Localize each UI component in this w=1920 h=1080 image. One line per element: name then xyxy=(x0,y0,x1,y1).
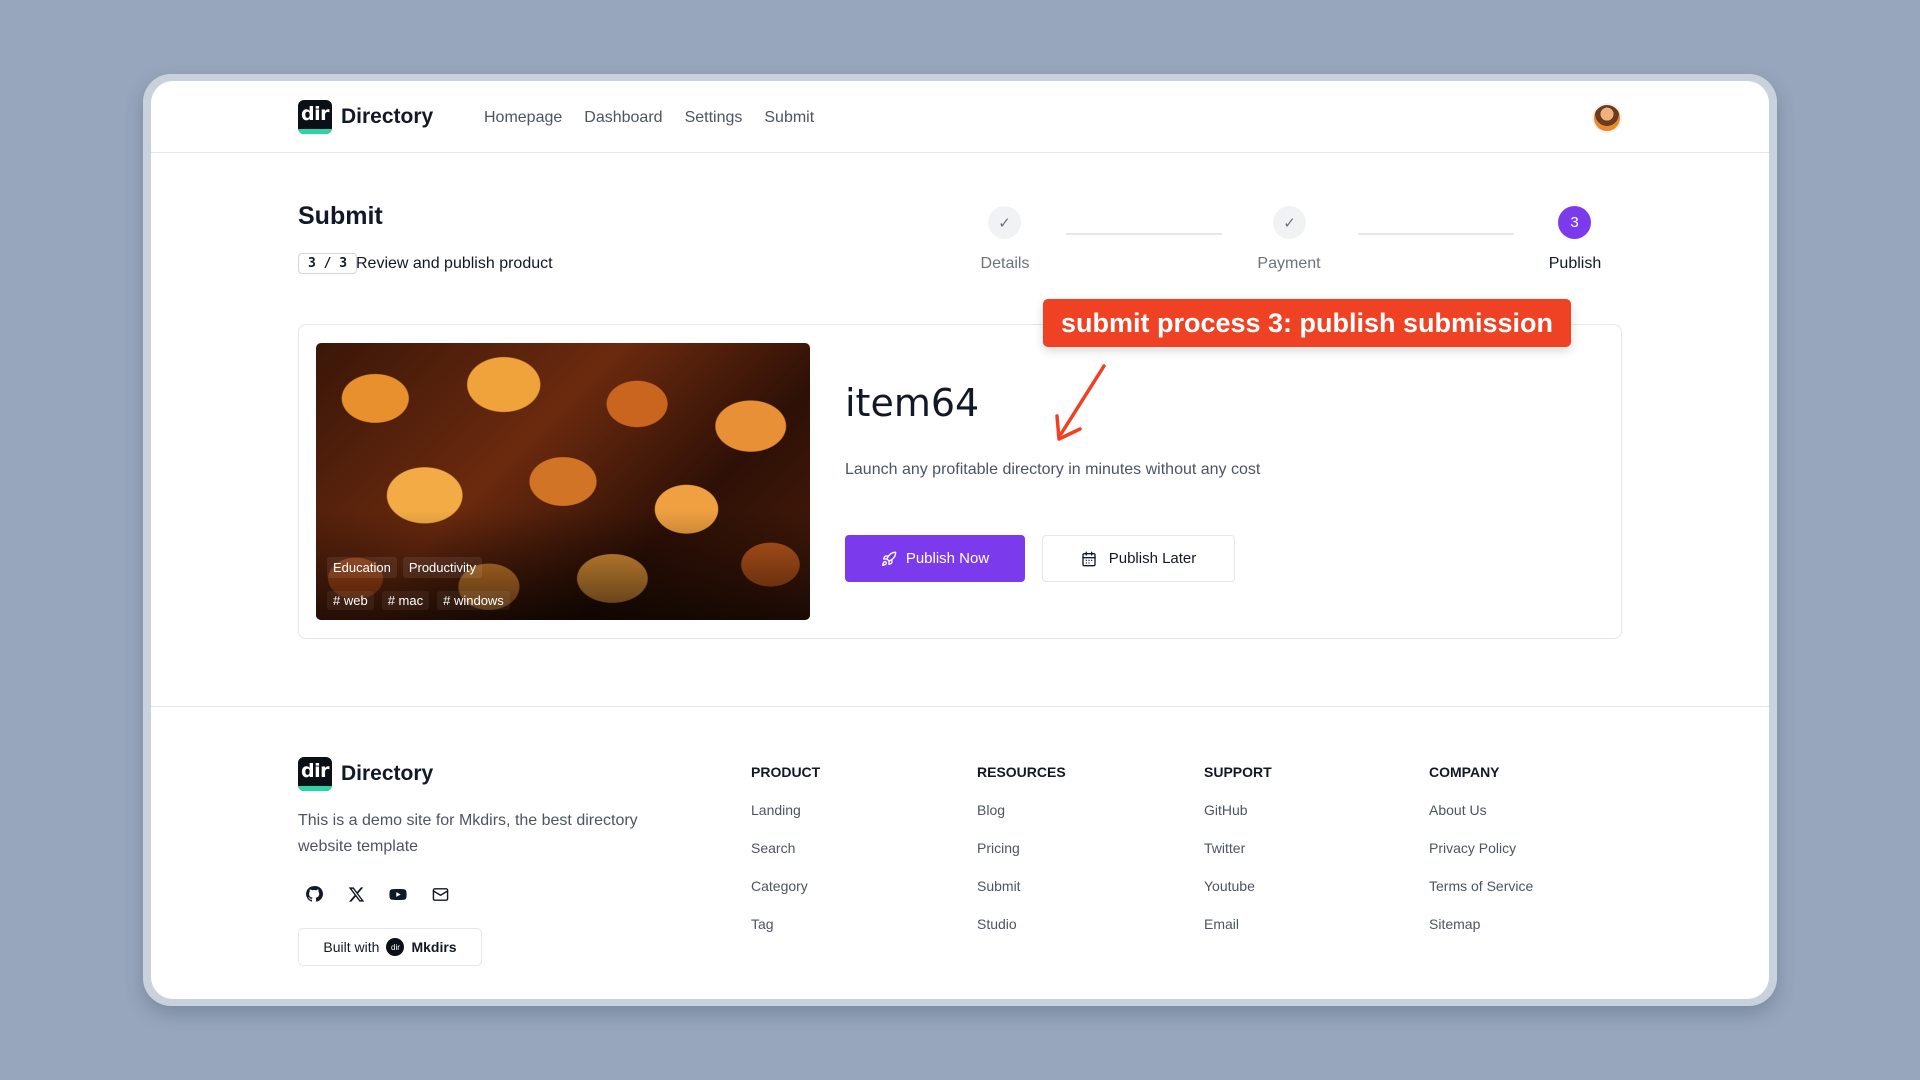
footer-link-about-us[interactable]: About Us xyxy=(1429,802,1533,818)
logo-mark-bar xyxy=(298,129,332,134)
built-with-badge[interactable]: Built with dir Mkdirs xyxy=(298,928,482,966)
social-links xyxy=(305,885,449,903)
footer-heading-product: PRODUCT xyxy=(751,764,821,780)
footer-link-submit[interactable]: Submit xyxy=(977,878,1066,894)
stepper-connector-2 xyxy=(1358,233,1514,235)
footer-link-privacy-policy[interactable]: Privacy Policy xyxy=(1429,840,1533,856)
user-avatar[interactable] xyxy=(1592,103,1622,133)
site-header: dir Directory Homepage Dashboard Setting… xyxy=(151,81,1769,153)
item-tags: # web # mac # windows xyxy=(327,591,510,610)
x-icon[interactable] xyxy=(347,885,365,903)
step-payment-label: Payment xyxy=(1257,255,1321,272)
footer-logo-mark-text: dir xyxy=(301,760,329,782)
footer-brand-name: Directory xyxy=(341,762,434,785)
footer-logo-mark: dir xyxy=(298,757,332,791)
page-title: Submit xyxy=(298,202,383,230)
footer-divider xyxy=(151,706,1769,707)
footer-heading-company: COMPANY xyxy=(1429,764,1500,780)
footer-link-sitemap[interactable]: Sitemap xyxy=(1429,916,1533,932)
nav-submit[interactable]: Submit xyxy=(764,109,814,127)
built-with-prefix: Built with xyxy=(323,939,380,955)
browser-window: dir Directory Homepage Dashboard Setting… xyxy=(151,81,1769,999)
footer-column-company: COMPANY About Us Privacy Policy Terms of… xyxy=(1429,764,1533,954)
step-badge: 3 / 3 xyxy=(298,253,358,274)
category-tags: Education Productivity xyxy=(327,557,483,578)
footer-column-support: SUPPORT GitHub Twitter Youtube Email xyxy=(1204,764,1272,954)
footer-logo-mark-bar xyxy=(298,786,332,791)
header-logo[interactable]: dir Directory xyxy=(298,100,433,134)
annotation-arrow-icon xyxy=(1055,364,1106,441)
github-icon[interactable] xyxy=(305,885,323,903)
footer-link-github[interactable]: GitHub xyxy=(1204,802,1272,818)
nav-homepage[interactable]: Homepage xyxy=(484,109,562,127)
footer-heading-resources: RESOURCES xyxy=(977,764,1066,780)
nav-dashboard[interactable]: Dashboard xyxy=(584,109,662,127)
item-description: Launch any profitable directory in minut… xyxy=(845,461,1261,478)
footer-link-pricing[interactable]: Pricing xyxy=(977,840,1066,856)
step-publish-label: Publish xyxy=(1548,255,1602,272)
tag-windows[interactable]: # windows xyxy=(437,591,510,610)
footer-link-tag[interactable]: Tag xyxy=(751,916,820,932)
step-publish-number: 3 xyxy=(1558,206,1591,239)
footer-link-youtube[interactable]: Youtube xyxy=(1204,878,1272,894)
mail-icon[interactable] xyxy=(431,885,449,903)
nav-settings[interactable]: Settings xyxy=(685,109,743,127)
item-name: item64 xyxy=(845,381,980,425)
youtube-icon[interactable] xyxy=(389,885,407,903)
category-education[interactable]: Education xyxy=(327,557,397,578)
footer-link-landing[interactable]: Landing xyxy=(751,802,820,818)
step-details-label: Details xyxy=(980,255,1030,272)
brand-name: Directory xyxy=(341,105,434,128)
footer-link-category[interactable]: Category xyxy=(751,878,820,894)
mkdirs-logo-icon: dir xyxy=(386,938,405,956)
step-payment-check-icon: ✓ xyxy=(1273,206,1306,239)
footer-link-email[interactable]: Email xyxy=(1204,916,1272,932)
footer-logo[interactable]: dir Directory xyxy=(298,757,433,791)
logo-mark-text: dir xyxy=(301,103,329,125)
publish-later-label: Publish Later xyxy=(1108,550,1197,567)
tag-mac[interactable]: # mac xyxy=(381,591,430,610)
publish-now-button[interactable]: Publish Now xyxy=(845,535,1025,582)
calendar-icon xyxy=(1082,551,1096,566)
item-image xyxy=(316,343,810,620)
footer-column-product: PRODUCT Landing Search Category Tag xyxy=(751,764,820,954)
step-details-check-icon: ✓ xyxy=(988,206,1021,239)
step-description: Review and publish product xyxy=(356,255,553,272)
rocket-icon xyxy=(881,551,897,566)
footer-link-blog[interactable]: Blog xyxy=(977,802,1066,818)
footer-description: This is a demo site for Mkdirs, the best… xyxy=(298,812,638,855)
category-productivity[interactable]: Productivity xyxy=(402,557,483,578)
footer-column-resources: RESOURCES Blog Pricing Submit Studio xyxy=(977,764,1066,954)
main-nav: Homepage Dashboard Settings Submit xyxy=(484,109,814,127)
footer-link-search[interactable]: Search xyxy=(751,840,820,856)
footer-link-studio[interactable]: Studio xyxy=(977,916,1066,932)
annotation-label: submit process 3: publish submission xyxy=(1043,299,1571,347)
publish-now-label: Publish Now xyxy=(905,550,990,567)
footer-link-twitter[interactable]: Twitter xyxy=(1204,840,1272,856)
footer-link-terms-of-service[interactable]: Terms of Service xyxy=(1429,878,1533,894)
built-with-name: Mkdirs xyxy=(411,939,457,955)
stepper-connector-1 xyxy=(1066,233,1222,235)
logo-mark: dir xyxy=(298,100,332,134)
footer-heading-support: SUPPORT xyxy=(1204,764,1272,780)
tag-web[interactable]: # web xyxy=(327,591,374,610)
publish-later-button[interactable]: Publish Later xyxy=(1042,535,1235,582)
